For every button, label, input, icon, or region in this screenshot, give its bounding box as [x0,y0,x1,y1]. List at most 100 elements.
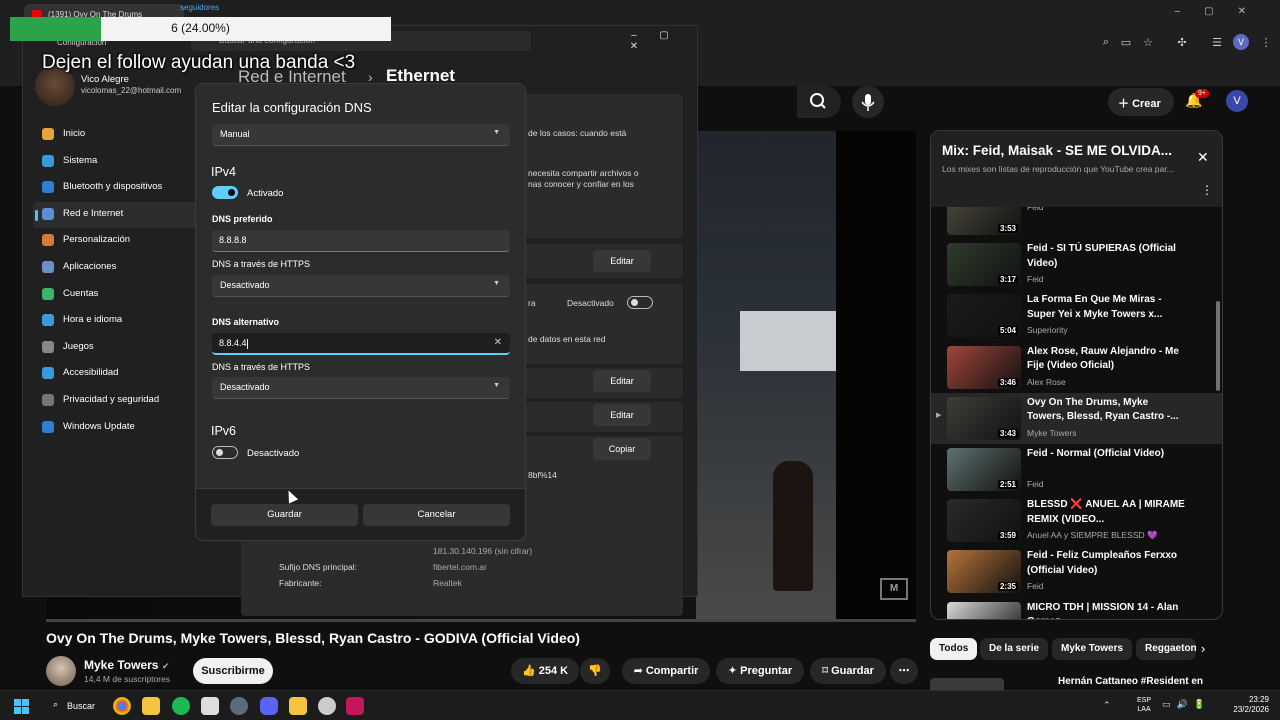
edit-ip-button[interactable]: Editar [593,370,651,392]
subscribe-button[interactable]: Suscribirme [193,658,273,684]
tray-chevron-icon[interactable]: ⌃ [1103,700,1111,711]
playlist-item-title: Alex Rose, Rauw Alejandro - Me Fije (Vid… [1027,345,1179,372]
chrome-icon[interactable] [113,697,131,715]
spotify-icon[interactable] [172,697,190,715]
cast-icon[interactable]: ▭ [1118,36,1134,52]
dns-mode-select[interactable]: Manual ▼ [212,124,510,146]
voice-search-button[interactable] [852,86,884,118]
https-select-1-value: Desactivado [220,280,270,290]
ask-button[interactable]: ✦ Preguntar [716,658,804,684]
edit-dns-button[interactable]: Editar [593,404,651,426]
save-button[interactable]: ⌑ Guardar [810,658,886,684]
ipv6-toggle[interactable] [212,446,238,459]
settings-gear-icon[interactable] [230,697,248,715]
nav-item-label: Bluetooth y dispositivos [63,181,163,193]
metered-toggle[interactable] [627,296,653,309]
chip-all[interactable]: Todos [930,638,978,660]
playlist-item[interactable]: 5:04 La Forma En Que Me Miras - Super Yei… [931,290,1222,341]
alternate-dns-value: 8.8.4.4 [219,338,247,348]
playlist-scrollbar[interactable] [1216,301,1220,391]
verified-icon: ✔ [161,661,170,671]
dialog-cancel-button[interactable]: Cancelar [363,504,510,526]
browser-profile-avatar[interactable]: V [1233,34,1249,50]
ipv4-toggle[interactable] [212,186,238,199]
playlist-item-duration: 5:04 [997,326,1018,336]
profile-hint-line3: nas conocer y confiar en los [528,179,634,189]
share-icon: ➦ [633,665,646,677]
nav-item-icon [42,181,54,194]
youtube-search-button[interactable] [797,86,841,118]
browser-menu-icon[interactable]: ⋮ [1258,36,1274,52]
playlist-item[interactable]: 2:35 Feid - Feliz Cumpleaños Ferxxo (Offi… [931,546,1222,597]
channel-avatar[interactable] [46,656,76,686]
preferred-dns-input[interactable]: 8.8.8.8 [212,230,510,252]
dislike-button[interactable]: 👎 [580,658,610,684]
input-language[interactable]: ESP LAA [1137,696,1151,714]
like-button[interactable]: 👍 254 K [511,658,579,684]
copy-properties-button[interactable]: Copiar [593,438,651,460]
youtube-account-avatar[interactable]: V [1226,90,1248,112]
playlist-item-title: MICRO TDH | MISSION 14 - Alan Gomez [1027,601,1179,619]
playlist-item[interactable]: 3:59 BLESSD ❌ ANUEL AA | MIRAME REMIX (VI… [931,495,1222,546]
https-select-2[interactable]: Desactivado ▼ [212,377,510,399]
nav-item-icon [42,367,54,380]
taskbar-search[interactable]: ⌕ Buscar [47,696,105,716]
profile-hint-line1: de los casos: cuando está [528,128,627,138]
sparkle-icon: ✦ [727,665,741,677]
profile-hint-line2: necesita compartir archivos o [528,168,639,178]
close-icon[interactable]: ✕ [1197,149,1209,166]
system-tray-icons[interactable]: ▭🔊🔋 [1162,699,1211,710]
alternate-dns-input[interactable]: 8.8.4.4 ✕ [212,333,510,355]
playlist-item[interactable]: 2:26 MICRO TDH | MISSION 14 - Alan Gomez [931,598,1222,619]
dialog-save-button[interactable]: Guardar [211,504,358,526]
maximize-icon[interactable]: ▢ [649,30,679,41]
bookmark-star-icon[interactable]: ☆ [1140,36,1156,52]
playlist-item[interactable]: 3:17 Feid - SI TÚ SUPIERAS (Official Vide… [931,239,1222,290]
video-progress-bar[interactable] [46,619,916,622]
taskbar-clock[interactable]: 23:29 23/2/2026 [1225,695,1269,715]
epic-games-icon[interactable] [201,697,219,715]
nav-item-label: Personalización [63,234,131,246]
share-button[interactable]: ➦ Compartir [622,658,710,684]
mix-playlist-panel: 3:53(Video Oficial)Feid3:17Feid - SI TÚ … [930,130,1223,620]
share-label: Compartir [645,665,699,677]
chevron-right-icon[interactable]: › [1201,641,1205,656]
plus-icon: ＋ [1118,98,1133,110]
thumbs-up-icon: 👍 [521,665,539,677]
playlist-item[interactable]: 3:46 Alex Rose, Rauw Alejandro - Me Fije … [931,342,1222,393]
channel-name[interactable]: Myke Towers ✔ [84,658,169,672]
playlist-item[interactable]: 2:51 Feid - Normal (Official Video) Feid [931,444,1222,495]
follower-goal-text: 6 (24.00%) [171,21,230,35]
discord-icon[interactable] [260,697,278,715]
windows-start-icon[interactable] [14,699,29,714]
ipv4-toggle-label: Activado [247,188,284,199]
playlist-item[interactable]: ▶ 3:43 Ovy On The Drums, Myke Towers, Bles… [931,392,1222,444]
zoom-icon[interactable]: ⌕ [1098,36,1114,52]
more-vertical-icon[interactable]: ⋮ [1201,183,1213,197]
manufacturer-value: Realtek [433,578,462,588]
https-select-1[interactable]: Desactivado ▼ [212,275,510,297]
browser-window-controls[interactable]: –▢✕ [1175,6,1270,17]
clear-icon[interactable]: ✕ [494,337,502,348]
file-explorer-icon[interactable] [142,697,160,715]
obs-icon[interactable] [318,697,336,715]
playlist-title[interactable]: Mix: Feid, Maisak - SE ME OLVIDA... [942,143,1182,158]
settings-window-controls[interactable]: – ▢✕ [619,30,697,52]
create-button[interactable]: ＋ Crear [1108,88,1174,116]
microphone-icon [861,94,875,111]
follower-goal-label: seguidores [180,3,220,12]
playlist-item-artist: Myke Towers [1027,427,1077,438]
minimize-icon[interactable]: – [619,30,649,41]
extensions-icon[interactable]: ✣ [1174,36,1190,52]
notepad-icon[interactable] [289,697,307,715]
playlist-item-title: Feid - Feliz Cumpleaños Ferxxo (Official… [1027,550,1178,576]
chip-series[interactable]: De la serie [980,638,1049,660]
streaming-app-icon[interactable] [346,697,364,715]
more-actions-button[interactable]: ⋯ [890,658,918,684]
close-window-icon[interactable]: ✕ [619,41,649,52]
dns-servers-value: 181.30.140.196 (sin cifrar) [433,546,533,556]
chip-reggaeton[interactable]: Reggaeton [1136,638,1196,660]
edit-auth-button[interactable]: Editar [593,250,651,272]
reading-list-icon[interactable]: ☰ [1209,36,1225,52]
chip-myke-towers[interactable]: Myke Towers [1052,638,1133,660]
